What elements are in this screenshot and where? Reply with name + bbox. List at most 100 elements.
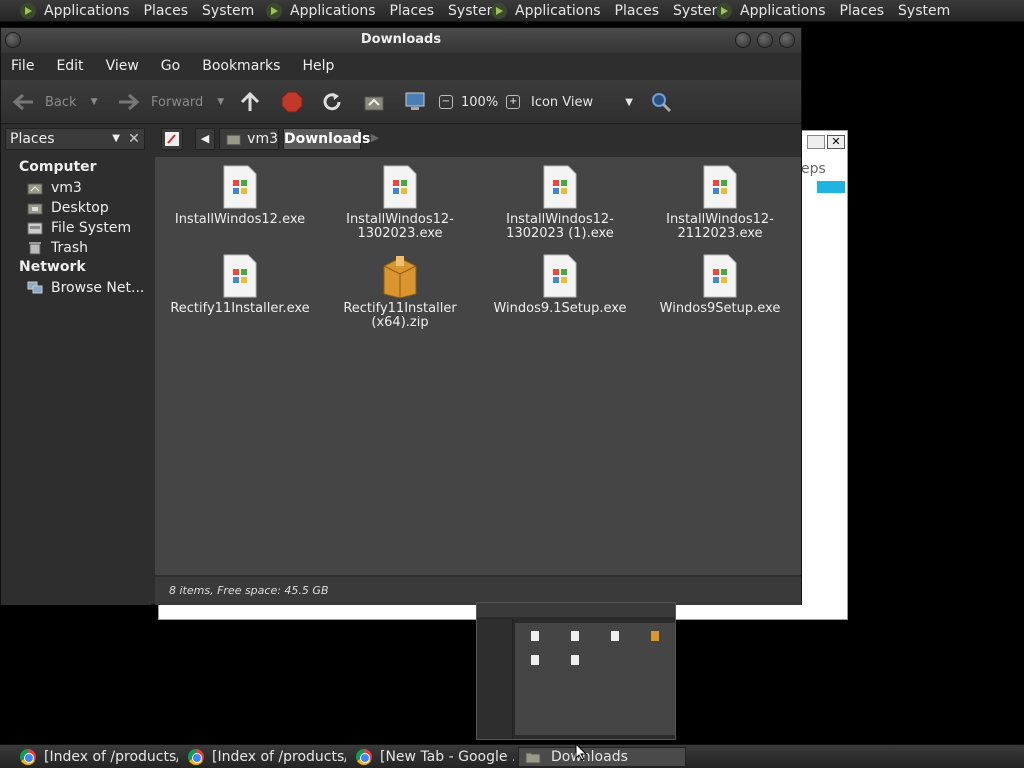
sidebar-item-file-system[interactable]: File System (27, 220, 131, 236)
preview-sidebar (477, 619, 513, 739)
home-button[interactable] (363, 90, 385, 114)
menu-view[interactable]: View (106, 58, 139, 74)
zoom-out-icon[interactable]: − (439, 95, 453, 109)
file-item[interactable]: Windos9.1Setup.exe (475, 254, 645, 316)
file-view[interactable]: InstallWindos12.exe InstallWindos12- 130… (155, 157, 801, 575)
menu-file[interactable]: File (11, 58, 34, 74)
file-item[interactable]: InstallWindos12.exe (155, 165, 325, 227)
places-menu[interactable]: Places (144, 3, 189, 19)
breadcrumb-left-button[interactable]: ◀ (195, 128, 215, 150)
panel-menu-group-3: Applications Places System (489, 0, 739, 22)
view-mode-select[interactable]: Icon View ▼ (531, 90, 635, 114)
file-name-line1: Rectify11Installer (343, 301, 457, 316)
file-name-line1: Windos9.1Setup.exe (493, 301, 627, 316)
file-item[interactable]: InstallWindos12- 2112023.exe (635, 165, 805, 241)
sidebar-item-browse-network[interactable]: Browse Net... (27, 280, 144, 296)
file-item[interactable]: Rectify11Installer (x64).zip (315, 254, 485, 330)
chevron-down-icon[interactable]: ▼ (91, 97, 98, 107)
breadcrumb-downloads[interactable]: Downloads (283, 128, 370, 150)
gnome-foot-icon[interactable] (264, 1, 284, 21)
panel-menu-group-2: Applications Places System (264, 0, 514, 22)
file-manager-window: Downloads File Edit View Go Bookmarks He… (0, 27, 802, 605)
places-menu[interactable]: Places (615, 3, 660, 19)
back-label: Back (45, 94, 77, 110)
menu-edit[interactable]: Edit (56, 58, 83, 74)
stop-button[interactable] (281, 90, 303, 114)
maximize-button[interactable] (757, 32, 773, 48)
up-button[interactable] (239, 90, 261, 114)
up-arrow-icon (240, 91, 260, 111)
window-preview-thumbnail[interactable] (476, 602, 676, 740)
sidebar-item-desktop[interactable]: Desktop (27, 200, 109, 216)
system-menu[interactable]: System (898, 3, 950, 19)
gnome-foot-icon[interactable] (489, 1, 509, 21)
executable-file-icon (703, 165, 737, 209)
close-button[interactable] (779, 32, 795, 48)
places-menu[interactable]: Places (840, 3, 885, 19)
stop-icon (281, 91, 303, 113)
back-button[interactable]: Back ▼ (11, 90, 97, 114)
places-menu[interactable]: Places (390, 3, 435, 19)
taskbar-item[interactable]: [Index of /products/a... (182, 747, 346, 767)
forward-button[interactable]: Forward ▼ (117, 90, 224, 114)
mouse-cursor-icon (575, 743, 587, 761)
sidebar-item-label: Trash (51, 240, 88, 256)
taskbar-item[interactable]: [Index of /products/a... (14, 747, 178, 767)
breadcrumb-vm3[interactable]: vm3 (219, 128, 279, 150)
edit-location-button[interactable] (161, 128, 183, 150)
chevron-down-icon: ▼ (112, 133, 120, 144)
close-button[interactable]: ✕ (827, 135, 845, 149)
gnome-foot-icon[interactable] (714, 1, 734, 21)
menu-go[interactable]: Go (161, 58, 180, 74)
window-titlebar[interactable]: Downloads (1, 28, 801, 53)
search-button[interactable] (649, 90, 673, 114)
trash-icon (29, 242, 41, 255)
applications-menu[interactable]: Applications (515, 3, 601, 19)
file-name-line2: 1302023.exe (357, 226, 443, 241)
file-name-line2: 2112023.exe (677, 226, 763, 241)
sidebar-item-trash[interactable]: Trash (27, 240, 88, 256)
top-panel: Applications Places System Applications … (0, 0, 1024, 22)
preview-archive-icon (651, 631, 659, 641)
drive-icon (27, 222, 43, 235)
file-item[interactable]: InstallWindos12- 1302023 (1).exe (475, 165, 645, 241)
applications-menu[interactable]: Applications (44, 3, 130, 19)
search-icon (652, 93, 672, 113)
zoom-in-icon[interactable]: + (506, 95, 521, 109)
back-arrow-icon (12, 93, 33, 111)
maximize-button[interactable] (807, 135, 825, 149)
chevron-down-icon[interactable]: ▼ (217, 97, 224, 107)
sidebar-header-network: Network (19, 259, 86, 275)
chrome-icon (20, 749, 36, 765)
forward-label: Forward (151, 94, 204, 110)
chrome-icon (356, 749, 372, 765)
sidebar: Computer vm3 Desktop File System Trash N… (1, 153, 151, 605)
system-menu[interactable]: System (202, 3, 254, 19)
sidebar-item-label: File System (51, 220, 132, 236)
forward-arrow-icon (119, 93, 140, 111)
applications-menu[interactable]: Applications (740, 3, 826, 19)
desktop-folder-icon (27, 203, 43, 215)
reload-button[interactable] (321, 90, 343, 114)
preview-file-icon (531, 655, 539, 665)
sidebar-item-vm3[interactable]: vm3 (27, 180, 82, 196)
breadcrumb-right-button[interactable]: ▶ (367, 128, 383, 150)
menu-help[interactable]: Help (302, 58, 334, 74)
taskbar-item-active[interactable]: Downloads (518, 747, 686, 767)
sidebar-close-button[interactable]: ✕ (123, 128, 145, 150)
archive-package-icon (383, 256, 417, 298)
preview-toolbar (477, 603, 675, 617)
file-name-line1: InstallWindos12- (666, 212, 774, 227)
reload-icon (323, 93, 341, 111)
computer-button[interactable] (403, 90, 427, 114)
menu-bookmarks[interactable]: Bookmarks (202, 58, 280, 74)
file-item[interactable]: InstallWindos12- 1302023.exe (315, 165, 485, 241)
minimize-button[interactable] (735, 32, 751, 48)
taskbar-item[interactable]: [New Tab - Google ... (350, 747, 514, 767)
taskbar-item-label: [Index of /products/a... (212, 749, 346, 765)
file-item[interactable]: Windos9Setup.exe (635, 254, 805, 316)
file-item[interactable]: Rectify11Installer.exe (155, 254, 325, 316)
applications-menu[interactable]: Applications (290, 3, 376, 19)
pencil-icon (165, 132, 179, 146)
gnome-foot-icon[interactable] (18, 1, 38, 21)
